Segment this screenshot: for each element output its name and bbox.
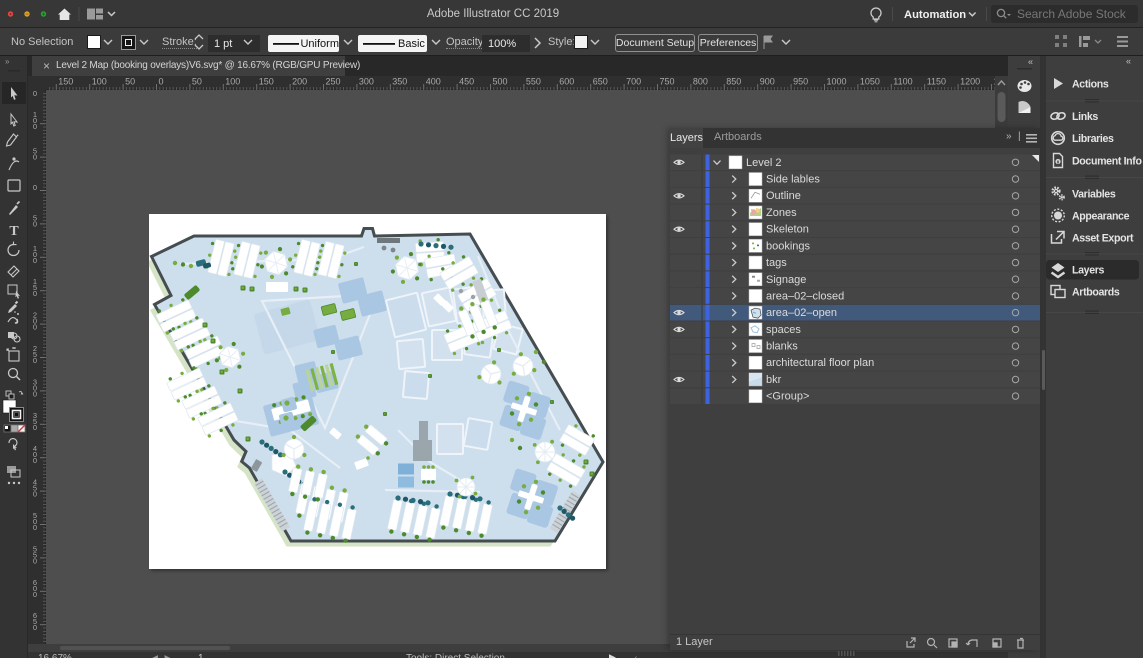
svg-text:0: 0 (159, 77, 164, 87)
svg-text:100: 100 (225, 77, 240, 87)
svg-text:»: » (5, 57, 10, 66)
svg-text:Zones: Zones (766, 207, 797, 219)
svg-text:Appearance: Appearance (1072, 211, 1130, 223)
svg-text:Asset Export: Asset Export (1072, 233, 1134, 245)
svg-text:<Group>: <Group> (766, 391, 809, 403)
svg-text:550: 550 (526, 77, 541, 87)
svg-text:blanks: blanks (766, 341, 798, 353)
svg-text:950: 950 (793, 77, 808, 87)
svg-text:Layers: Layers (1072, 265, 1105, 277)
svg-text:Libraries: Libraries (1072, 133, 1114, 145)
svg-text:300: 300 (359, 77, 374, 87)
svg-text:architectural floor plan: architectural floor plan (766, 357, 874, 369)
svg-text:0: 0 (33, 289, 37, 298)
svg-text:500: 500 (493, 77, 508, 87)
svg-text:0: 0 (33, 323, 37, 332)
svg-text:600: 600 (559, 77, 574, 87)
svg-text:650: 650 (593, 77, 608, 87)
svg-text:Links: Links (1072, 111, 1098, 123)
svg-text:Skeleton: Skeleton (766, 224, 809, 236)
svg-text:150: 150 (259, 77, 274, 87)
svg-text:Variables: Variables (1072, 189, 1116, 201)
svg-text:900: 900 (760, 77, 775, 87)
svg-text:0: 0 (33, 623, 37, 632)
svg-text:area–02–open: area–02–open (766, 307, 837, 319)
svg-text:area–02–closed: area–02–closed (766, 291, 844, 303)
svg-text:T: T (9, 224, 19, 239)
svg-text:Automation: Automation (904, 9, 966, 21)
svg-text:0: 0 (33, 389, 37, 398)
svg-text:Signage: Signage (766, 274, 806, 286)
svg-text:1050: 1050 (860, 77, 880, 87)
svg-text:0: 0 (33, 356, 37, 365)
svg-text:0: 0 (33, 90, 37, 98)
svg-text:250: 250 (326, 77, 341, 87)
svg-text:0: 0 (33, 523, 37, 532)
svg-text:200: 200 (292, 77, 307, 87)
svg-text:0: 0 (33, 183, 37, 192)
svg-text:800: 800 (693, 77, 708, 87)
svg-text:«: « (1028, 57, 1033, 67)
svg-text:0: 0 (33, 456, 37, 465)
svg-text:0: 0 (33, 219, 37, 228)
svg-text:50: 50 (192, 77, 202, 87)
svg-text:0: 0 (33, 122, 37, 131)
svg-text:Outline: Outline (766, 190, 801, 202)
svg-text:1100: 1100 (893, 77, 912, 87)
svg-text:bkr: bkr (766, 374, 782, 386)
svg-text:0: 0 (33, 490, 37, 499)
svg-text:Document Info: Document Info (1072, 156, 1142, 168)
svg-text:400: 400 (426, 77, 441, 87)
svg-text:0: 0 (33, 256, 37, 265)
svg-text:850: 850 (726, 77, 741, 87)
svg-text:0: 0 (33, 556, 37, 565)
svg-text:350: 350 (392, 77, 407, 87)
svg-text:1200: 1200 (960, 77, 980, 87)
svg-text:Actions: Actions (1072, 79, 1109, 91)
svg-text:450: 450 (459, 77, 474, 87)
svg-text:0: 0 (33, 590, 37, 599)
svg-text:150: 150 (58, 77, 73, 87)
svg-text:1000: 1000 (827, 77, 847, 87)
svg-text:spaces: spaces (766, 324, 801, 336)
svg-text:750: 750 (660, 77, 675, 87)
svg-text:50: 50 (125, 77, 135, 87)
svg-text:100: 100 (92, 77, 107, 87)
svg-text:«: « (1126, 56, 1131, 66)
svg-text:700: 700 (626, 77, 641, 87)
svg-text:1150: 1150 (927, 77, 946, 87)
svg-text:0: 0 (33, 423, 37, 432)
svg-text:0: 0 (33, 153, 37, 162)
svg-text:Level 2: Level 2 (746, 157, 781, 169)
svg-text:Side lables: Side lables (766, 174, 820, 186)
svg-text:tags: tags (766, 257, 787, 269)
svg-text:Artboards: Artboards (1072, 287, 1120, 299)
svg-text:bookings: bookings (766, 240, 811, 252)
